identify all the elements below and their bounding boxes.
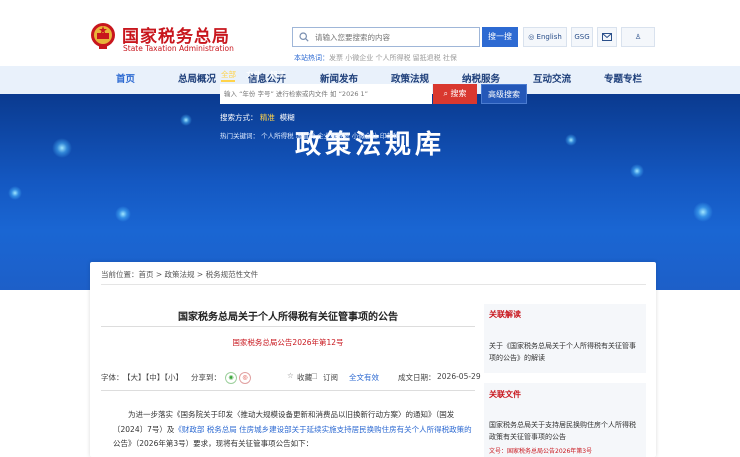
active-tab-indicator bbox=[221, 80, 235, 82]
wechat-share-icon[interactable]: ◉ bbox=[225, 372, 237, 384]
article-date: 2026-05-29 bbox=[437, 372, 481, 381]
banner-decoration bbox=[693, 202, 713, 222]
nav-item-home[interactable]: 首页 bbox=[116, 66, 135, 94]
search-mode-fuzzy[interactable]: 模糊 bbox=[280, 113, 295, 122]
policy-search-button[interactable]: ⌕ 搜索 bbox=[433, 84, 477, 104]
site-search-button[interactable]: 搜一搜 bbox=[482, 27, 518, 47]
subscribe-icon[interactable]: ☐ bbox=[311, 372, 318, 381]
subscribe-button[interactable]: 订阅 bbox=[323, 372, 338, 383]
tab-all[interactable]: 全部 bbox=[221, 69, 236, 80]
policy-search-box[interactable] bbox=[220, 84, 432, 104]
gov-button[interactable]: GSG bbox=[571, 27, 593, 47]
star-icon[interactable]: ☆ bbox=[287, 371, 294, 380]
related-interpretation-link[interactable]: 关于《国家税务总局关于个人所得税有关征管事项的公告》的解读 bbox=[489, 341, 641, 364]
site-search-input[interactable] bbox=[315, 28, 475, 46]
breadcrumb-label: 当前位置： bbox=[101, 270, 139, 279]
user-icon: ♙ bbox=[634, 33, 642, 41]
hot-keywords-label: 热门关键词： bbox=[220, 132, 259, 140]
english-button[interactable]: ◎ English bbox=[523, 27, 567, 47]
breadcrumb: 当前位置：首页 > 政策法规 > 税务规范性文件 bbox=[101, 269, 258, 280]
body-link[interactable]: 《财政部 税务总局 住房城乡建设部关于延续实施支持居民换购住房有关个人所得税政策… bbox=[174, 425, 471, 434]
site-hot-terms: 本站热词：发票 小微企业 个人所得税 留抵退税 社保 bbox=[294, 53, 457, 63]
policy-hot-keywords: 热门关键词： 个人所得税 增值税 企业所得税 小微企业 印花税 bbox=[220, 130, 399, 140]
related-file-link[interactable]: 国家税务总局关于支持居民换购住房个人所得税政策有关征管事项的公告 bbox=[489, 420, 641, 443]
hot-terms-list[interactable]: 发票 小微企业 个人所得税 留抵退税 社保 bbox=[329, 54, 457, 62]
english-label: English bbox=[536, 33, 562, 41]
site-logo-subtitle: State Taxation Administration bbox=[123, 44, 234, 53]
article-title: 国家税务总局关于个人所得税有关征管事项的公告 bbox=[178, 312, 398, 323]
validity-status: 全文有效 bbox=[349, 373, 379, 382]
nav-item-interaction[interactable]: 互动交流 bbox=[533, 66, 571, 94]
mail-button[interactable] bbox=[597, 27, 617, 47]
date-label: 成文日期： bbox=[398, 373, 436, 382]
hot-terms-label: 本站热词： bbox=[294, 54, 329, 62]
search-icon bbox=[299, 32, 309, 42]
font-size-label: 字体： bbox=[101, 373, 124, 382]
site-header: 国家税务总局 State Taxation Administration 搜一搜… bbox=[0, 0, 740, 66]
related-file-number: 文号：国家税务总局公告2026年第3号 bbox=[489, 448, 593, 455]
article-body: 为进一步落实《国务院关于印发〈推动大规模设备更新和消费品以旧换新行动方案〉的通知… bbox=[113, 408, 475, 452]
divider bbox=[101, 390, 475, 391]
policy-search-input[interactable] bbox=[224, 84, 430, 104]
breadcrumb-path[interactable]: 首页 > 政策法规 > 税务规范性文件 bbox=[139, 270, 259, 279]
advanced-search-button[interactable]: 高级搜索 bbox=[481, 84, 527, 104]
font-size-options[interactable]: 【大】【中】【小】 bbox=[123, 372, 183, 383]
search-icon: ⌕ bbox=[443, 89, 448, 98]
search-mode-exact[interactable]: 精准 bbox=[260, 113, 275, 122]
share-label: 分享到： bbox=[191, 373, 221, 382]
login-button[interactable]: ♙ bbox=[621, 27, 655, 47]
weibo-share-icon[interactable]: ◎ bbox=[239, 372, 251, 384]
policy-banner: 政策法规库 bbox=[0, 94, 740, 290]
related-interpretation-title: 关联解读 bbox=[489, 310, 521, 319]
policy-search-label: 搜索 bbox=[450, 89, 467, 98]
hot-keywords-list[interactable]: 个人所得税 增值税 企业所得税 小微企业 印花税 bbox=[261, 132, 399, 140]
tab-files[interactable]: 文件 bbox=[246, 69, 261, 80]
nav-item-overview[interactable]: 总局概况 bbox=[178, 66, 216, 94]
globe-icon: ◎ bbox=[528, 33, 535, 41]
related-files-title: 关联文件 bbox=[489, 390, 521, 399]
banner-decoration bbox=[8, 186, 22, 200]
divider bbox=[101, 326, 475, 327]
site-search-box[interactable] bbox=[292, 27, 480, 47]
document-number: 国家税务总局公告2026年第12号 bbox=[232, 338, 344, 347]
favorite-button[interactable]: 收藏 bbox=[297, 372, 312, 383]
mail-icon bbox=[602, 33, 612, 41]
banner-decoration bbox=[630, 164, 644, 178]
body-paragraph-part: 公告》（2026年第3号）要求，现将有关征管事项公告如下： bbox=[113, 439, 314, 448]
tab-interpretations[interactable]: 解读 bbox=[270, 69, 285, 80]
article-meta: 字体： 【大】【中】【小】 分享到： ☆ 收藏 ☐ 订阅 全文有效 成文日期： … bbox=[101, 371, 481, 386]
search-mode-label: 搜索方式： bbox=[220, 113, 258, 122]
search-mode: 搜索方式： 精准 模糊 bbox=[220, 112, 295, 123]
national-emblem-icon bbox=[91, 23, 115, 49]
divider bbox=[101, 284, 646, 285]
banner-decoration bbox=[115, 206, 131, 222]
nav-item-topics[interactable]: 专题专栏 bbox=[604, 66, 642, 94]
